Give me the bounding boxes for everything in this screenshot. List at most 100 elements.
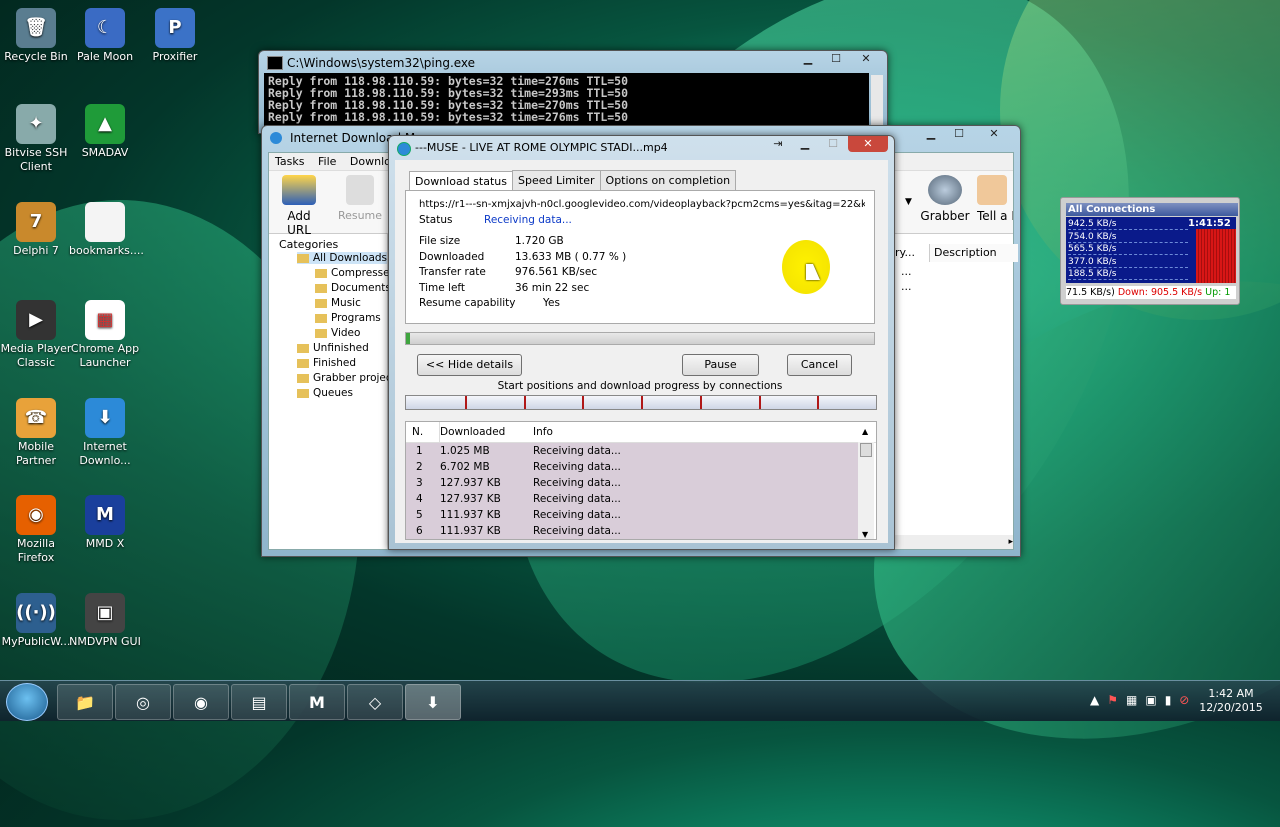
desktop-icon[interactable]: ▦ Chrome App Launcher [69,300,141,370]
connection-segment [464,396,467,409]
desktop-icon[interactable]: ▶ Media Player Classic [0,300,72,370]
menu-file[interactable]: File [318,155,336,168]
tree-item[interactable]: Grabber projects [297,372,401,384]
footer-down: Down: 905.5 KB/s [1117,287,1203,298]
desktop-icon[interactable]: ▣ NMDVPN GUI [69,593,141,649]
table-row[interactable]: 6 111.937 KB Receiving data... [406,523,858,539]
hide-details-button[interactable]: << Hide details [417,354,522,376]
folder-icon [297,358,309,368]
table-row[interactable]: 4 127.937 KB Receiving data... [406,491,858,507]
tree-item[interactable]: Programs [315,312,381,324]
scroll-thumb[interactable] [860,443,872,457]
tray-flag-icon[interactable]: ⚑ [1107,693,1126,707]
scroll-down-icon[interactable]: ▼ [862,530,868,539]
toolbar-more-icon[interactable]: ▼ [905,197,912,207]
desktop-icon[interactable]: ◉ Mozilla Firefox [0,495,72,565]
start-button[interactable] [6,683,48,721]
minimize-icon[interactable]: ▁ [795,51,821,67]
column-info[interactable]: Info [533,422,553,442]
tree-item-label: Documents [331,282,391,294]
desktop-icon[interactable]: bookmarks.... [69,202,144,258]
minimize-icon[interactable]: ▁ [792,136,818,152]
download-progress-dialog[interactable]: ---MUSE - LIVE AT ROME OLYMPIC STADI...m… [388,135,895,550]
maximize-icon[interactable]: ☐ [823,51,849,67]
list-row-dots[interactable]: ... [901,265,912,278]
tray-signal-icon[interactable]: ▮ [1165,693,1180,707]
connections-widget[interactable]: All Connections 942.5 KB/s 754.0 KB/s 565.… [1060,197,1240,305]
desktop-icon[interactable]: ⬇ Internet Downlo... [69,398,141,468]
tree-item[interactable]: All Downloads [297,252,388,264]
add-url-button[interactable]: Add URL [275,175,323,237]
scale-label: 188.5 KB/s [1068,269,1188,280]
desktop-icon[interactable]: 7 Delphi 7 [0,202,72,258]
pause-button[interactable]: Pause [682,354,759,376]
close-icon[interactable]: ✕ [848,136,888,152]
horizontal-scrollbar[interactable]: ▸ [889,535,1013,549]
show-hidden-icons-icon[interactable]: ▲ [1090,693,1107,707]
desktop-icon[interactable]: 🗑 Recycle Bin [0,8,72,64]
tree-item-label: Music [331,297,361,309]
menu-tasks[interactable]: Tasks [275,155,304,168]
tree-item[interactable]: Video [315,327,360,339]
close-icon[interactable]: ✕ [851,51,881,67]
taskbar-app-button[interactable]: ▤ [231,684,287,720]
taskbar-app-button[interactable]: M [289,684,345,720]
field-value: 976.561 KB/sec [515,266,598,278]
column-n[interactable]: N. [412,422,423,442]
tell-friend-label: Tell a Fr... [977,209,1013,223]
resume-button[interactable]: Resume [335,175,385,222]
list-row-dots[interactable]: ... [901,280,912,293]
description-column-header[interactable]: Description [929,244,1018,262]
tree-item[interactable]: Queues [297,387,353,399]
tab-options-on-completion[interactable]: Options on completion [599,170,737,190]
cell-downloaded: 127.937 KB [440,493,501,505]
desktop-icon[interactable]: ✦ Bitvise SSH Client [0,104,72,174]
tray-network-icon[interactable]: ▦ [1126,693,1145,707]
tree-item[interactable]: Documents [315,282,391,294]
desktop-icon[interactable]: ▲ SMADAV [69,104,141,160]
table-row[interactable]: 2 6.702 MB Receiving data... [406,459,858,475]
table-scrollbar[interactable]: ▼ [858,442,874,539]
taskbar-app-button[interactable]: ◉ [173,684,229,720]
desktop-icon[interactable]: ((·)) MyPublicW... [0,593,72,649]
desktop-icon[interactable]: ☎ Mobile Partner [0,398,72,468]
ping-console-window[interactable]: C:\Windows\system32\ping.exe ▁ ☐ ✕ Reply f… [258,50,888,134]
tab-speed-limiter[interactable]: Speed Limiter [511,170,601,190]
grabber-button[interactable]: Grabber [917,175,973,223]
tree-item[interactable]: Compressed [315,267,396,279]
volume-muted-icon[interactable]: ⊘ [1179,693,1197,707]
desktop-icon-label: bookmarks.... [69,244,144,257]
tray-icon[interactable]: ⇥ [766,136,790,152]
tray-device-icon[interactable]: ▣ [1145,693,1164,707]
minimize-icon[interactable]: ▁ [918,126,944,142]
tree-item[interactable]: Music [315,297,361,309]
taskbar-app-button[interactable]: ◎ [115,684,171,720]
cancel-button[interactable]: Cancel [787,354,852,376]
maximize-icon[interactable]: ☐ [820,136,846,152]
table-row[interactable]: 1 1.025 MB Receiving data... [406,443,858,459]
tree-item[interactable]: Unfinished [297,342,369,354]
connections-progress-bar [405,395,877,410]
desktop-icon-label: Mobile Partner [16,440,56,467]
maximize-icon[interactable]: ☐ [946,126,972,142]
taskbar-app-button[interactable]: 📁 [57,684,113,720]
connection-segment [523,396,526,409]
desktop-icon-label: Internet Downlo... [79,440,131,467]
clock[interactable]: 1:42 AM 12/20/2015 [1196,687,1266,715]
tree-item[interactable]: Finished [297,357,356,369]
tell-friend-button[interactable]: Tell a Fr... [977,175,1013,223]
cell-n: 1 [416,445,423,457]
add-url-icon [282,175,316,205]
taskbar-app-button[interactable]: ⬇ [405,684,461,720]
desktop-icon[interactable]: P Proxifier [139,8,211,64]
scroll-up-icon[interactable]: ▲ [862,422,868,442]
tab-download-status[interactable]: Download status [409,171,513,191]
table-row[interactable]: 3 127.937 KB Receiving data... [406,475,858,491]
taskbar-app-button[interactable]: ◇ [347,684,403,720]
cell-downloaded: 6.702 MB [440,461,490,473]
column-downloaded[interactable]: Downloaded [439,422,505,442]
table-row[interactable]: 5 111.937 KB Receiving data... [406,507,858,523]
desktop-icon[interactable]: M MMD X [69,495,141,551]
desktop-icon[interactable]: ☾ Pale Moon [69,8,141,64]
close-icon[interactable]: ✕ [974,126,1014,142]
